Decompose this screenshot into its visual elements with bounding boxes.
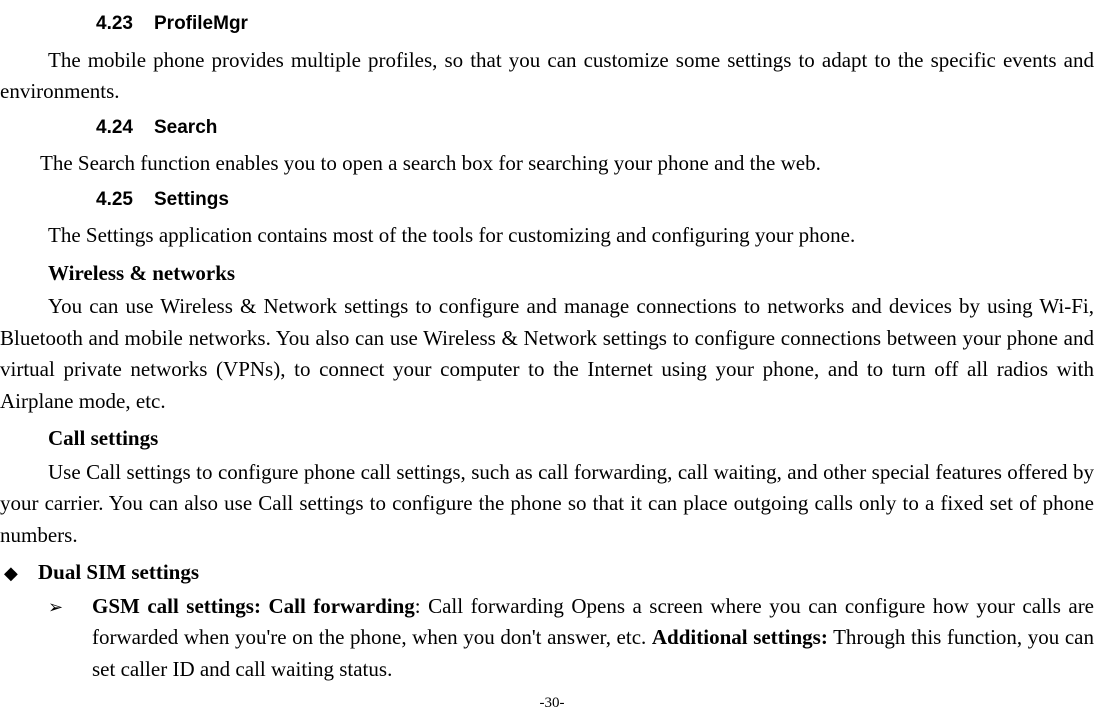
bullet-text: Dual SIM settings: [38, 560, 199, 584]
paragraph-search: The Search function enables you to open …: [0, 148, 1094, 180]
section-title: Settings: [154, 189, 229, 210]
subtitle-call: Call settings: [48, 423, 1094, 455]
bullet-dual-sim: ◆Dual SIM settings: [2, 557, 1094, 589]
arrow-icon: ➢: [48, 594, 92, 621]
paragraph-wireless: You can use Wireless & Network settings …: [0, 291, 1094, 417]
section-number: 4.25: [96, 186, 154, 215]
gsm-bold-2: Additional settings:: [652, 625, 828, 649]
bullet-gsm: ➢GSM call settings: Call forwarding: Cal…: [48, 591, 1094, 686]
section-number: 4.24: [96, 114, 154, 143]
diamond-icon: ◆: [2, 560, 38, 587]
subtitle-wireless: Wireless & networks: [48, 258, 1094, 290]
paragraph-call: Use Call settings to configure phone cal…: [0, 457, 1094, 552]
section-heading-4-23: 4.23ProfileMgr: [96, 10, 1094, 39]
paragraph-settings-intro: The Settings application contains most o…: [0, 220, 1094, 252]
page-number: -30-: [0, 692, 1104, 715]
section-number: 4.23: [96, 10, 154, 39]
section-heading-4-24: 4.24Search: [96, 114, 1094, 143]
section-title: Search: [154, 117, 217, 138]
paragraph-profilemgr: The mobile phone provides multiple profi…: [0, 45, 1094, 108]
section-heading-4-25: 4.25Settings: [96, 186, 1094, 215]
gsm-bold-1: GSM call settings: Call forwarding: [92, 594, 415, 618]
section-title: ProfileMgr: [154, 13, 248, 34]
